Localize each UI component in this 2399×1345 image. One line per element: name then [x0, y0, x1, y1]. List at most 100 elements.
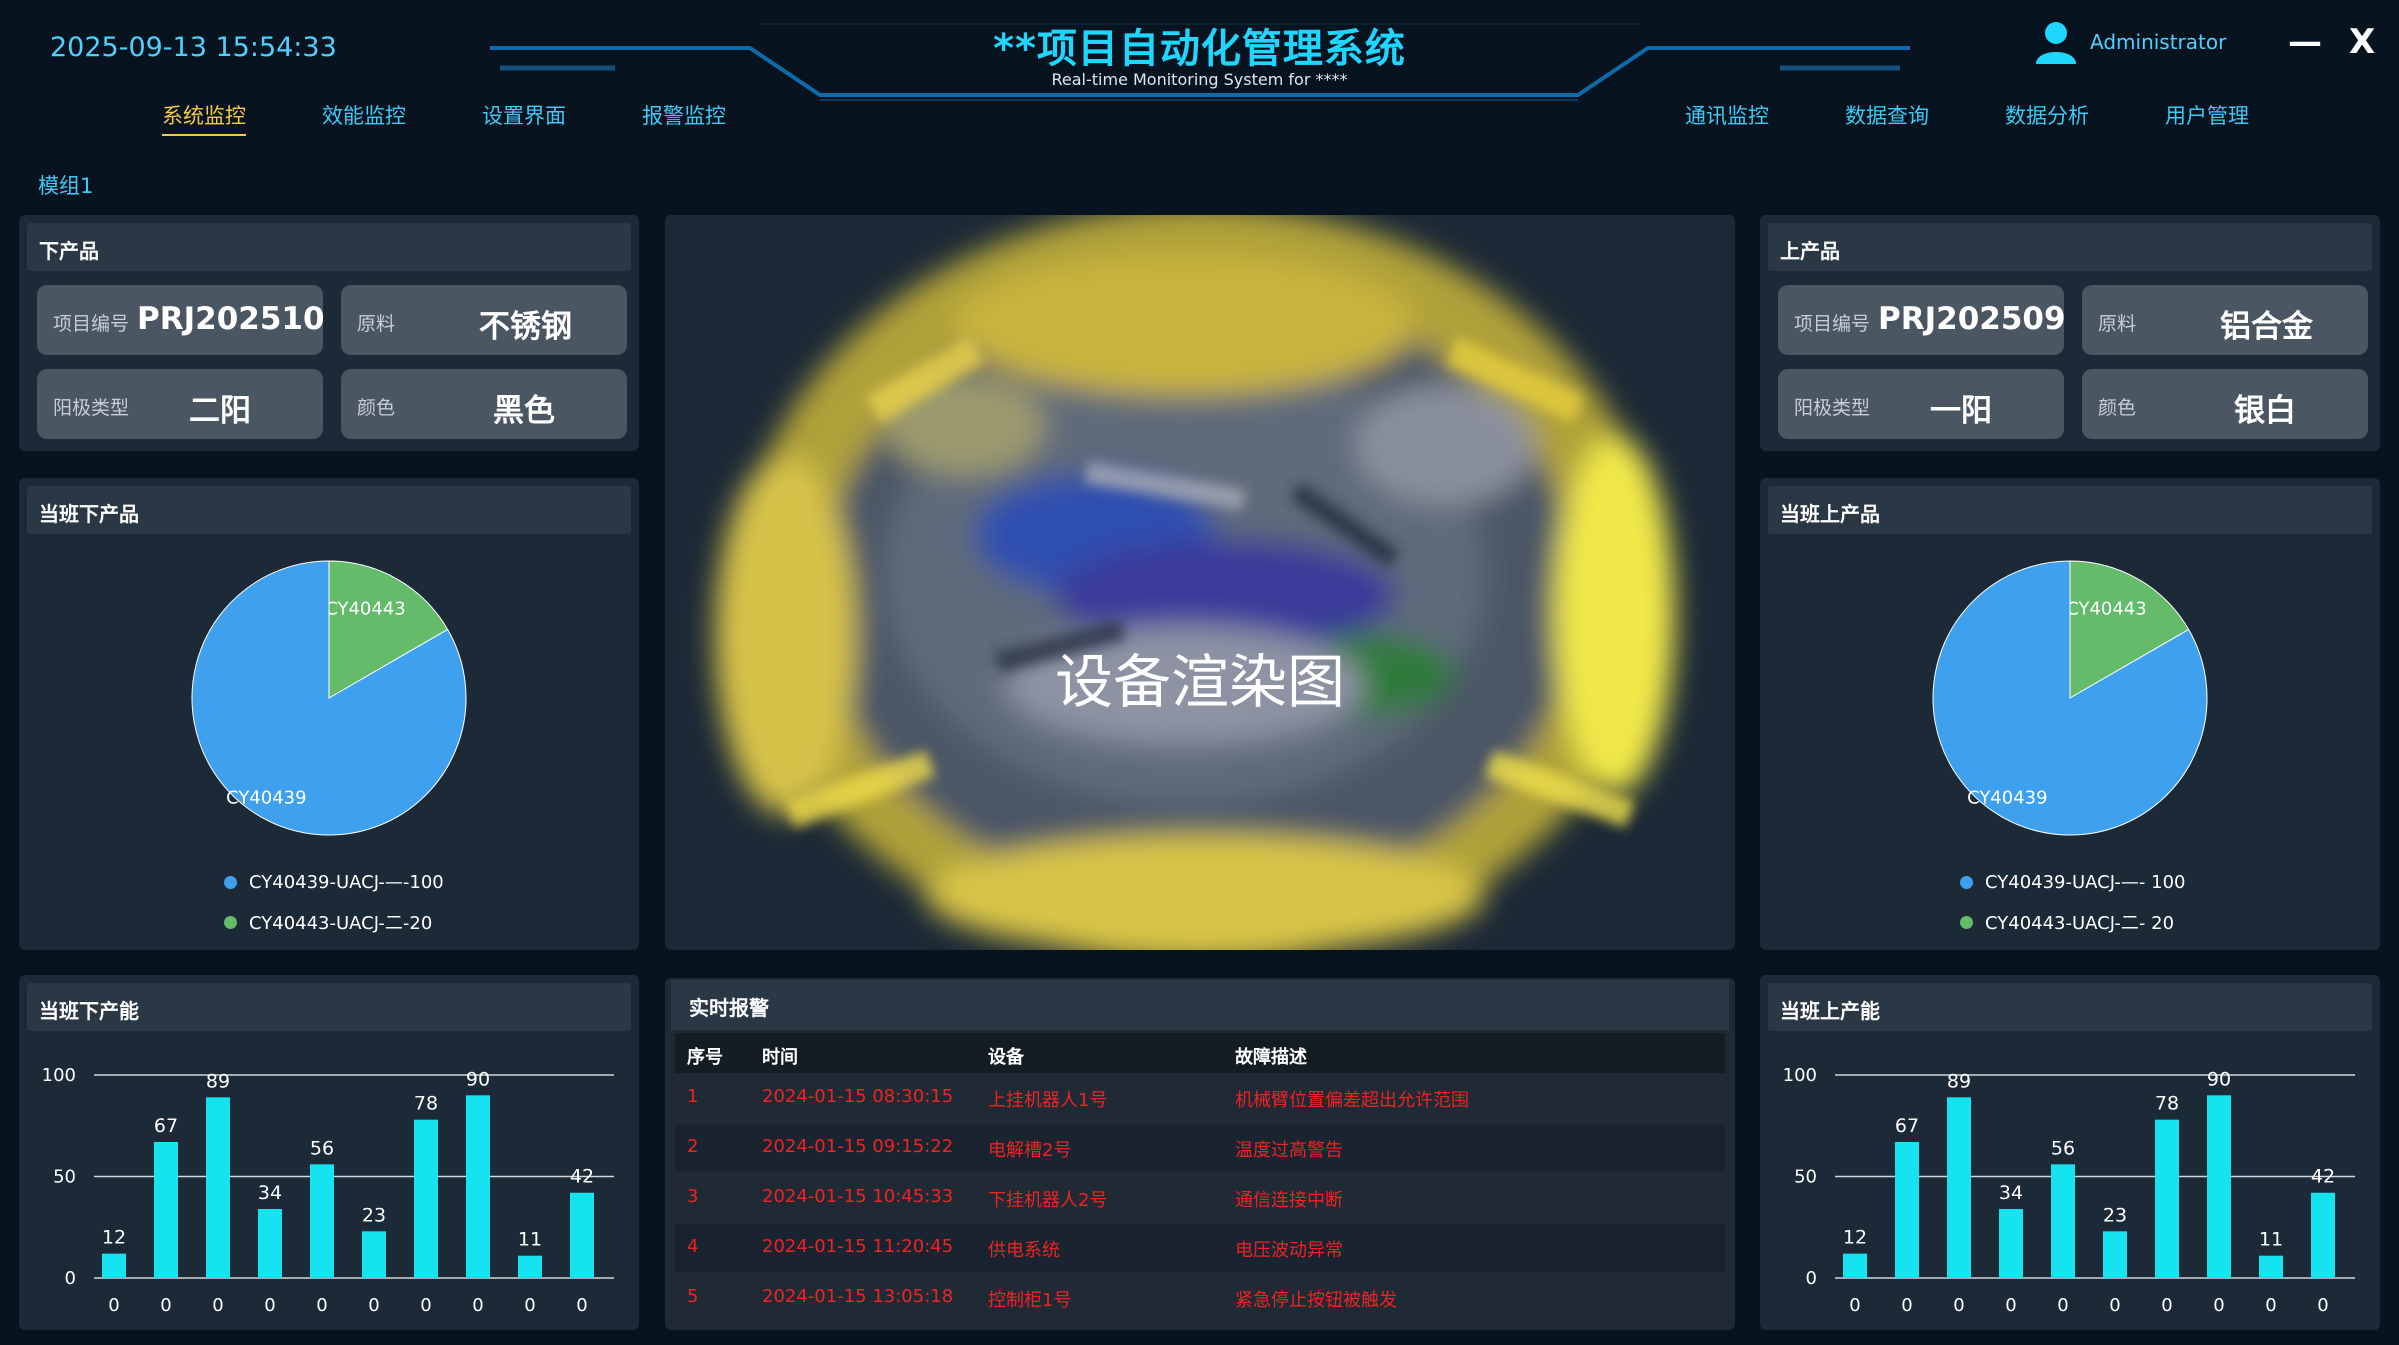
legend-item[interactable]: CY40439-UACJ-—-100 [224, 862, 444, 902]
anode-card: 阳极类型 一阳 [1778, 369, 2064, 439]
x-tick-label: 0 [2213, 1295, 2224, 1316]
bar-value-label: 56 [310, 1137, 334, 1159]
panel-title: 实时报警 [689, 996, 769, 1020]
cell-device: 控制柜1号 [988, 1290, 1072, 1311]
user-name: Administrator [2090, 30, 2227, 54]
bar[interactable] [466, 1095, 490, 1278]
nav-data-analysis[interactable]: 数据分析 [2005, 100, 2089, 130]
project-no-value: PRJ202509 [1878, 301, 2066, 337]
shift-down-capacity-panel: 当班下产能 0 50 100 12 0 67 0 89 0 34 0 56 0 23 0 78 0 90 0 11 0 4… [19, 975, 639, 1330]
bar-value-label: 67 [154, 1115, 178, 1137]
bar-value-label: 34 [258, 1182, 282, 1204]
bar[interactable] [2311, 1192, 2335, 1278]
pie-label-CY40439: CY40439 [1967, 787, 2048, 808]
bar[interactable] [2207, 1095, 2231, 1278]
panel-header: 下产品 [27, 223, 631, 271]
column-header-index: 序号 [687, 1047, 723, 1068]
bar[interactable] [2103, 1231, 2127, 1278]
x-tick-label: 0 [2109, 1295, 2120, 1316]
bar-value-label: 23 [362, 1204, 386, 1226]
bar[interactable] [2155, 1119, 2179, 1278]
x-tick-label: 0 [108, 1295, 119, 1316]
color-value: 银白 [2234, 393, 2296, 429]
color-card: 颜色 银白 [2082, 369, 2368, 439]
bar[interactable] [414, 1119, 438, 1278]
x-tick-label: 0 [2265, 1295, 2276, 1316]
close-button[interactable]: X [2349, 22, 2375, 62]
bar[interactable] [362, 1231, 386, 1278]
legend-item[interactable]: CY40439-UACJ-—- 100 [1960, 862, 2185, 902]
pie-label-CY40439: CY40439 [226, 787, 307, 808]
project-no-label: 项目编号 [53, 313, 130, 335]
panel-header: 当班上产能 [1768, 983, 2372, 1031]
anode-value: 二阳 [189, 393, 251, 429]
cell-description: 紧急停止按钮被触发 [1235, 1290, 1397, 1311]
nav-alarm-monitor[interactable]: 报警监控 [642, 100, 726, 130]
anode-card: 阳极类型 二阳 [37, 369, 323, 439]
realtime-alarm-panel: 实时报警 序号 时间 设备 故障描述 1 2024-01-15 08:30:15… [665, 978, 1735, 1330]
x-tick-label: 0 [420, 1295, 431, 1316]
cell-time: 2024-01-15 09:15:22 [762, 1136, 954, 1157]
bar[interactable] [1947, 1097, 1971, 1278]
up-product-panel: 上产品 项目编号 PRJ202509 原料 铝合金 阳极类型 一阳 颜色 银白 [1760, 215, 2380, 451]
bar[interactable] [154, 1141, 178, 1278]
nav-data-query[interactable]: 数据查询 [1845, 100, 1929, 130]
bar-value-label: 42 [570, 1166, 594, 1188]
nav-efficiency-monitor[interactable]: 效能监控 [322, 100, 406, 130]
project-no-card: 项目编号 PRJ202510 [37, 285, 325, 355]
module-label[interactable]: 模组1 [38, 170, 93, 200]
up-pie-chart: CY40443 CY40439 [1932, 560, 2208, 836]
bar[interactable] [2051, 1164, 2075, 1278]
color-label: 颜色 [2098, 397, 2137, 419]
bar[interactable] [1895, 1141, 1919, 1278]
minimize-button[interactable]: — [2288, 22, 2322, 62]
equipment-render-view[interactable]: 设备渲染图 [665, 215, 1735, 950]
panel-title: 当班下产品 [39, 502, 139, 526]
column-header-device: 设备 [988, 1047, 1024, 1068]
nav-comm-monitor[interactable]: 通讯监控 [1685, 100, 1769, 130]
bar[interactable] [102, 1253, 126, 1278]
bar[interactable] [570, 1192, 594, 1278]
panel-header: 实时报警 [671, 980, 1729, 1030]
bar[interactable] [2259, 1255, 2283, 1278]
material-label: 原料 [357, 313, 396, 335]
nav-system-monitor[interactable]: 系统监控 [162, 100, 246, 136]
table-row[interactable]: 3 2024-01-15 10:45:33 下挂机器人2号 通信连接中断 [675, 1174, 1725, 1222]
y-tick-label: 100 [42, 1065, 76, 1086]
cell-time: 2024-01-15 13:05:18 [762, 1286, 954, 1307]
cell-device: 上挂机器人1号 [988, 1090, 1108, 1111]
material-card: 原料 不锈钢 [341, 285, 627, 355]
bar-value-label: 90 [2207, 1068, 2231, 1090]
column-header-description: 故障描述 [1235, 1047, 1307, 1068]
equipment-render-image [715, 215, 1675, 950]
y-tick-label: 100 [1783, 1065, 1817, 1086]
legend-label: CY40443-UACJ-二-20 [249, 913, 433, 934]
bar[interactable] [1843, 1253, 1867, 1278]
shift-up-products-panel: 当班上产品 CY40443 CY40439 CY40439-UACJ-—- 100… [1760, 478, 2380, 950]
bar[interactable] [518, 1255, 542, 1278]
legend-item[interactable]: CY40443-UACJ-二- 20 [1960, 902, 2185, 942]
table-row[interactable]: 5 2024-01-15 13:05:18 控制柜1号 紧急停止按钮被触发 [675, 1274, 1725, 1322]
x-tick-label: 0 [368, 1295, 379, 1316]
table-row[interactable]: 2 2024-01-15 09:15:22 电解槽2号 温度过高警告 [675, 1124, 1725, 1172]
column-header-time: 时间 [762, 1047, 798, 1068]
render-label: 设备渲染图 [1054, 648, 1345, 716]
down-capacity-bar-chart: 0 50 100 12 0 67 0 89 0 34 0 56 0 23 0 78 0 90 0 11 0 42 0 [42, 1065, 614, 1316]
bar-value-label: 12 [1843, 1227, 1867, 1249]
bar[interactable] [206, 1097, 230, 1278]
anode-label: 阳极类型 [53, 397, 130, 419]
bar-value-label: 78 [2155, 1093, 2179, 1115]
panel-title: 当班下产能 [39, 999, 139, 1023]
nav-settings[interactable]: 设置界面 [482, 100, 566, 130]
legend-item[interactable]: CY40443-UACJ-二-20 [224, 902, 444, 942]
bar[interactable] [258, 1208, 282, 1278]
nav-user-management[interactable]: 用户管理 [2165, 100, 2249, 130]
cell-description: 通信连接中断 [1235, 1190, 1343, 1211]
bar[interactable] [310, 1164, 334, 1278]
x-tick-label: 0 [472, 1295, 483, 1316]
panel-header: 当班下产能 [27, 983, 631, 1031]
user-profile[interactable]: Administrator [2036, 20, 2226, 64]
bar[interactable] [1999, 1208, 2023, 1278]
table-row[interactable]: 1 2024-01-15 08:30:15 上挂机器人1号 机械臂位置偏差超出允… [675, 1074, 1725, 1122]
table-row[interactable]: 4 2024-01-15 11:20:45 供电系统 电压波动异常 [675, 1224, 1725, 1272]
